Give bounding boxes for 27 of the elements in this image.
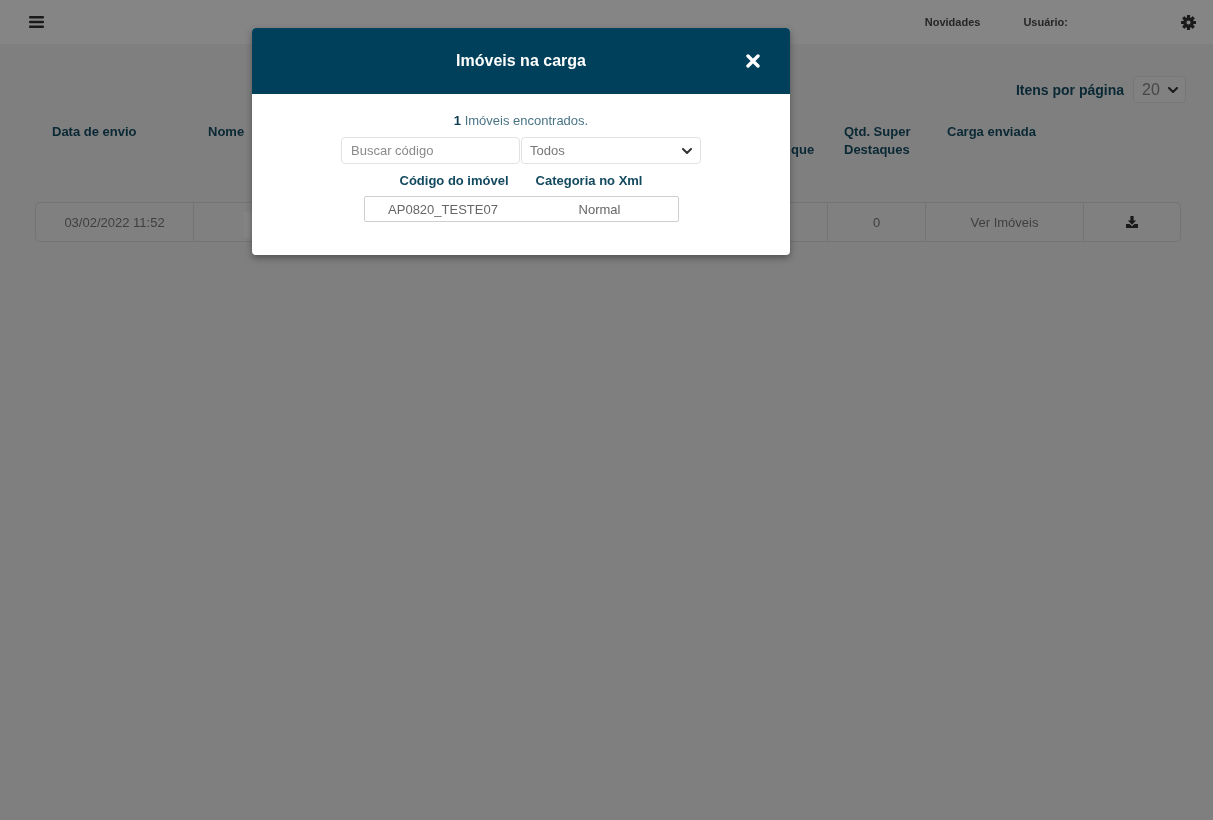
- table-cell: 0: [827, 203, 925, 241]
- settings-icon[interactable]: [1181, 14, 1196, 30]
- items-per-page-label: Itens por página: [1015, 81, 1124, 98]
- chevron-down-icon: [1168, 86, 1178, 93]
- column-header: Categoria no Xml: [535, 173, 643, 189]
- results-summary: 1 Imóveis encontrados.: [452, 113, 590, 129]
- page-size-select[interactable]: 20: [1133, 76, 1186, 103]
- close-icon: [746, 54, 760, 68]
- nav-link[interactable]: Novidades: [924, 16, 981, 28]
- download-icon[interactable]: [1126, 216, 1138, 228]
- column-header: Data de envio: [52, 124, 137, 139]
- column-header: Código do imóvel: [399, 173, 509, 189]
- nav-link[interactable]: Usuário:: [1023, 16, 1068, 28]
- search-field[interactable]: Buscar código: [341, 137, 520, 164]
- table-cell-text: 03/02/2022 11:52: [63, 213, 166, 232]
- column-header: que: [791, 142, 815, 157]
- close-button[interactable]: [744, 52, 762, 70]
- filter-select[interactable]: Todos: [521, 137, 701, 164]
- view-link[interactable]: Ver Imóveis: [970, 214, 1039, 230]
- column-header: Qtd. Super Destaques: [844, 124, 911, 157]
- table-cell: AP0820_TESTE07: [388, 201, 498, 217]
- modal-title: Imóveis na carga: [456, 52, 586, 70]
- table-cell: Normal: [578, 201, 621, 217]
- column-header: Nome: [208, 124, 245, 139]
- chevron-down-icon: [682, 147, 692, 154]
- column-header: Carga enviada: [947, 124, 1036, 139]
- menu-icon[interactable]: [29, 16, 44, 28]
